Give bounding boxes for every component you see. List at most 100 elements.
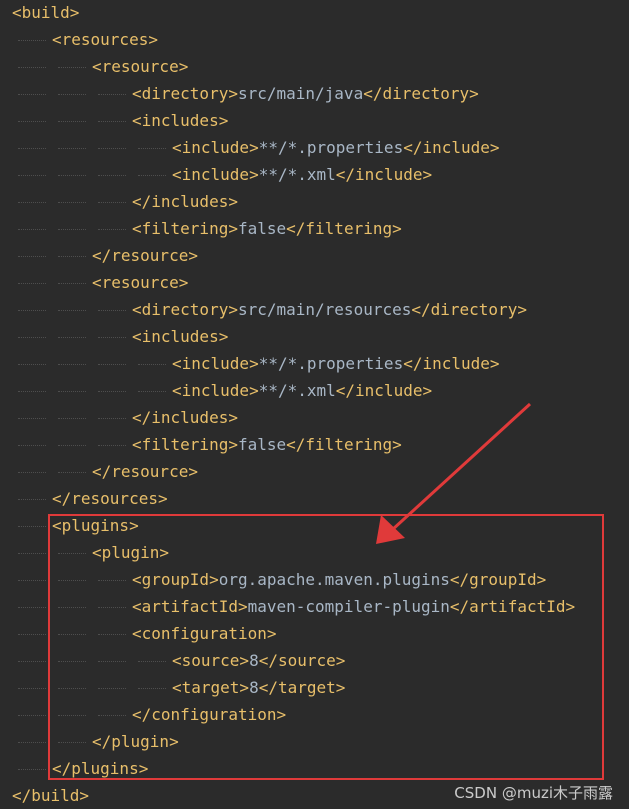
indent-guide bbox=[52, 728, 92, 755]
xml-close-tag: </source> bbox=[258, 651, 346, 670]
code-line[interactable]: <build> bbox=[0, 0, 79, 26]
indent-guide bbox=[12, 323, 52, 350]
code-line[interactable]: </plugins> bbox=[0, 755, 148, 782]
xml-open-tag: <include> bbox=[172, 138, 259, 157]
indent-guide bbox=[92, 161, 132, 188]
xml-open-tag: </resource> bbox=[92, 462, 198, 481]
indent-guide bbox=[12, 53, 52, 80]
code-line[interactable]: <groupId>org.apache.maven.plugins</group… bbox=[0, 566, 546, 593]
indent-guide bbox=[52, 404, 92, 431]
indent-guide bbox=[52, 134, 92, 161]
code-line[interactable]: <directory>src/main/resources</directory… bbox=[0, 296, 527, 323]
code-line[interactable]: <include>**/*.properties</include> bbox=[0, 350, 500, 377]
code-line[interactable]: <source>8</source> bbox=[0, 647, 345, 674]
indent-guide bbox=[52, 566, 92, 593]
indent-guide bbox=[12, 296, 52, 323]
indent-guide bbox=[12, 512, 52, 539]
indent-guide bbox=[92, 188, 132, 215]
code-line[interactable]: <include>**/*.properties</include> bbox=[0, 134, 500, 161]
indent-guide bbox=[12, 26, 52, 53]
indent-guide bbox=[12, 593, 52, 620]
xml-open-tag: <includes> bbox=[132, 111, 229, 130]
xml-open-tag: <configuration> bbox=[132, 624, 277, 643]
code-line[interactable]: <directory>src/main/java</directory> bbox=[0, 80, 479, 107]
code-line[interactable]: <resources> bbox=[0, 26, 158, 53]
indent-guide bbox=[52, 242, 92, 269]
indent-guide bbox=[132, 647, 172, 674]
indent-guide bbox=[52, 431, 92, 458]
code-line[interactable]: <target>8</target> bbox=[0, 674, 345, 701]
xml-text-value: maven-compiler-plugin bbox=[247, 597, 450, 616]
xml-close-tag: </include> bbox=[335, 165, 433, 184]
code-line[interactable]: </resource> bbox=[0, 458, 198, 485]
indent-guide bbox=[52, 674, 92, 701]
indent-guide bbox=[132, 377, 172, 404]
code-line[interactable]: </resources> bbox=[0, 485, 168, 512]
code-line[interactable]: <artifactId>maven-compiler-plugin</artif… bbox=[0, 593, 575, 620]
code-line[interactable]: <filtering>false</filtering> bbox=[0, 215, 402, 242]
code-line[interactable]: </resource> bbox=[0, 242, 198, 269]
indent-guide bbox=[52, 296, 92, 323]
code-line[interactable]: <include>**/*.xml</include> bbox=[0, 161, 432, 188]
watermark: CSDN @muzi木子雨露 bbox=[454, 784, 613, 802]
code-line[interactable]: </plugin> bbox=[0, 728, 179, 755]
xml-text-value: **/*.xml bbox=[258, 381, 336, 400]
code-line[interactable]: <plugin> bbox=[0, 539, 169, 566]
xml-open-tag: <artifactId> bbox=[132, 597, 248, 616]
indent-guide bbox=[92, 674, 132, 701]
indent-guide bbox=[92, 215, 132, 242]
code-line[interactable]: <plugins> bbox=[0, 512, 139, 539]
xml-open-tag: <plugins> bbox=[52, 516, 139, 535]
indent-guide bbox=[12, 350, 52, 377]
code-line[interactable]: <resource> bbox=[0, 269, 188, 296]
indent-guide bbox=[52, 161, 92, 188]
indent-guide bbox=[12, 215, 52, 242]
code-line[interactable]: </includes> bbox=[0, 404, 238, 431]
code-line[interactable]: </build> bbox=[0, 782, 89, 809]
xml-open-tag: <resource> bbox=[92, 57, 189, 76]
xml-text-value: 8 bbox=[249, 678, 259, 697]
code-line[interactable]: </includes> bbox=[0, 188, 238, 215]
indent-guide bbox=[52, 539, 92, 566]
indent-guide bbox=[52, 80, 92, 107]
code-line[interactable]: </configuration> bbox=[0, 701, 286, 728]
xml-text-value: org.apache.maven.plugins bbox=[218, 570, 450, 589]
xml-open-tag: <include> bbox=[172, 354, 259, 373]
xml-open-tag: <resources> bbox=[52, 30, 158, 49]
xml-close-tag: </groupId> bbox=[449, 570, 547, 589]
indent-guide bbox=[12, 80, 52, 107]
indent-guide bbox=[132, 161, 172, 188]
indent-guide bbox=[92, 80, 132, 107]
code-line[interactable]: <includes> bbox=[0, 323, 228, 350]
indent-guide bbox=[12, 485, 52, 512]
indent-guide bbox=[52, 188, 92, 215]
xml-open-tag: <resource> bbox=[92, 273, 189, 292]
code-line[interactable]: <includes> bbox=[0, 107, 228, 134]
indent-guide bbox=[52, 323, 92, 350]
indent-guide bbox=[12, 107, 52, 134]
xml-open-tag: <directory> bbox=[132, 300, 238, 319]
indent-guide bbox=[12, 188, 52, 215]
code-line[interactable]: <filtering>false</filtering> bbox=[0, 431, 402, 458]
xml-open-tag: </plugin> bbox=[92, 732, 179, 751]
code-line[interactable]: <configuration> bbox=[0, 620, 277, 647]
indent-guide bbox=[92, 377, 132, 404]
indent-guide bbox=[12, 647, 52, 674]
indent-guide bbox=[92, 620, 132, 647]
xml-text-value: 8 bbox=[249, 651, 259, 670]
indent-guide bbox=[12, 539, 52, 566]
xml-open-tag: </configuration> bbox=[132, 705, 287, 724]
indent-guide bbox=[12, 620, 52, 647]
code-line[interactable]: <include>**/*.xml</include> bbox=[0, 377, 432, 404]
indent-guide bbox=[52, 593, 92, 620]
xml-open-tag: </plugins> bbox=[52, 759, 149, 778]
xml-open-tag: <include> bbox=[172, 381, 259, 400]
indent-guide bbox=[92, 647, 132, 674]
indent-guide bbox=[12, 269, 52, 296]
indent-guide bbox=[12, 755, 52, 782]
indent-guide bbox=[52, 215, 92, 242]
code-editor[interactable]: <build> <resources> <resource> <directory>s… bbox=[0, 0, 629, 809]
code-line[interactable]: <resource> bbox=[0, 53, 188, 80]
xml-close-tag: </include> bbox=[403, 138, 500, 157]
xml-text-value: **/*.xml bbox=[258, 165, 336, 184]
